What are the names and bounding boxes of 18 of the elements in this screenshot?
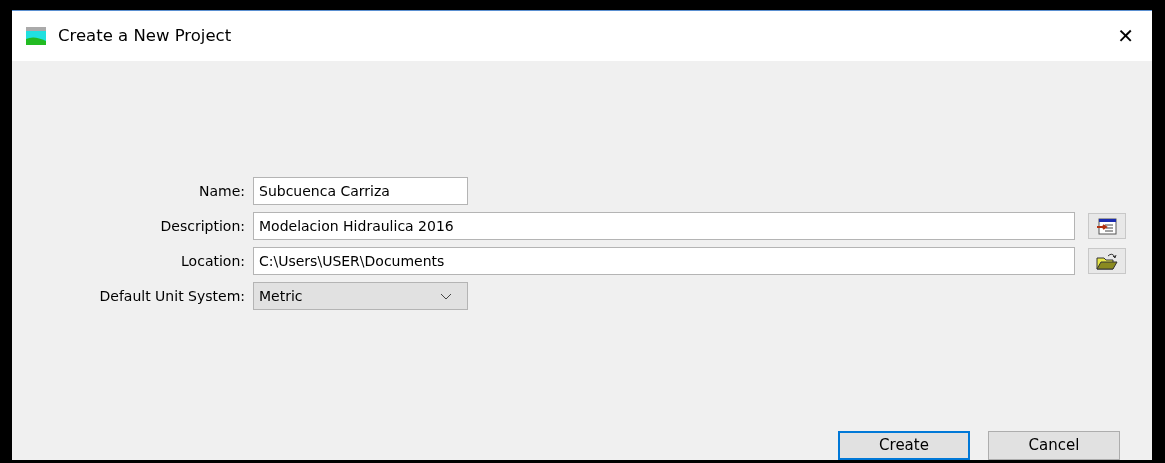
unit-dropdown[interactable]: Metric <box>253 282 468 310</box>
field-label: Default Unit System: <box>98 286 246 306</box>
input-field[interactable]: C:\Users\USER\Documents <box>253 247 1075 275</box>
field-label: Location: <box>180 251 246 271</box>
app-icon <box>26 27 46 45</box>
window-title: Create a New Project <box>58 24 233 47</box>
field-label: Description: <box>159 216 246 236</box>
chevron-icon <box>440 292 452 300</box>
folder-icon <box>1096 252 1118 270</box>
browse-button[interactable] <box>1088 248 1126 274</box>
edit-button[interactable] <box>1088 213 1126 239</box>
input-field[interactable]: Modelacion Hidraulica 2016 <box>253 212 1075 240</box>
input-field[interactable]: Subcuenca Carriza <box>253 177 468 205</box>
editor-icon <box>1097 217 1117 235</box>
field-label: Name: <box>197 181 246 201</box>
dialog-button[interactable]: Cancel <box>988 431 1120 460</box>
close-button[interactable]: ✕ <box>1113 26 1138 46</box>
dialog-button[interactable]: Create <box>838 431 970 460</box>
